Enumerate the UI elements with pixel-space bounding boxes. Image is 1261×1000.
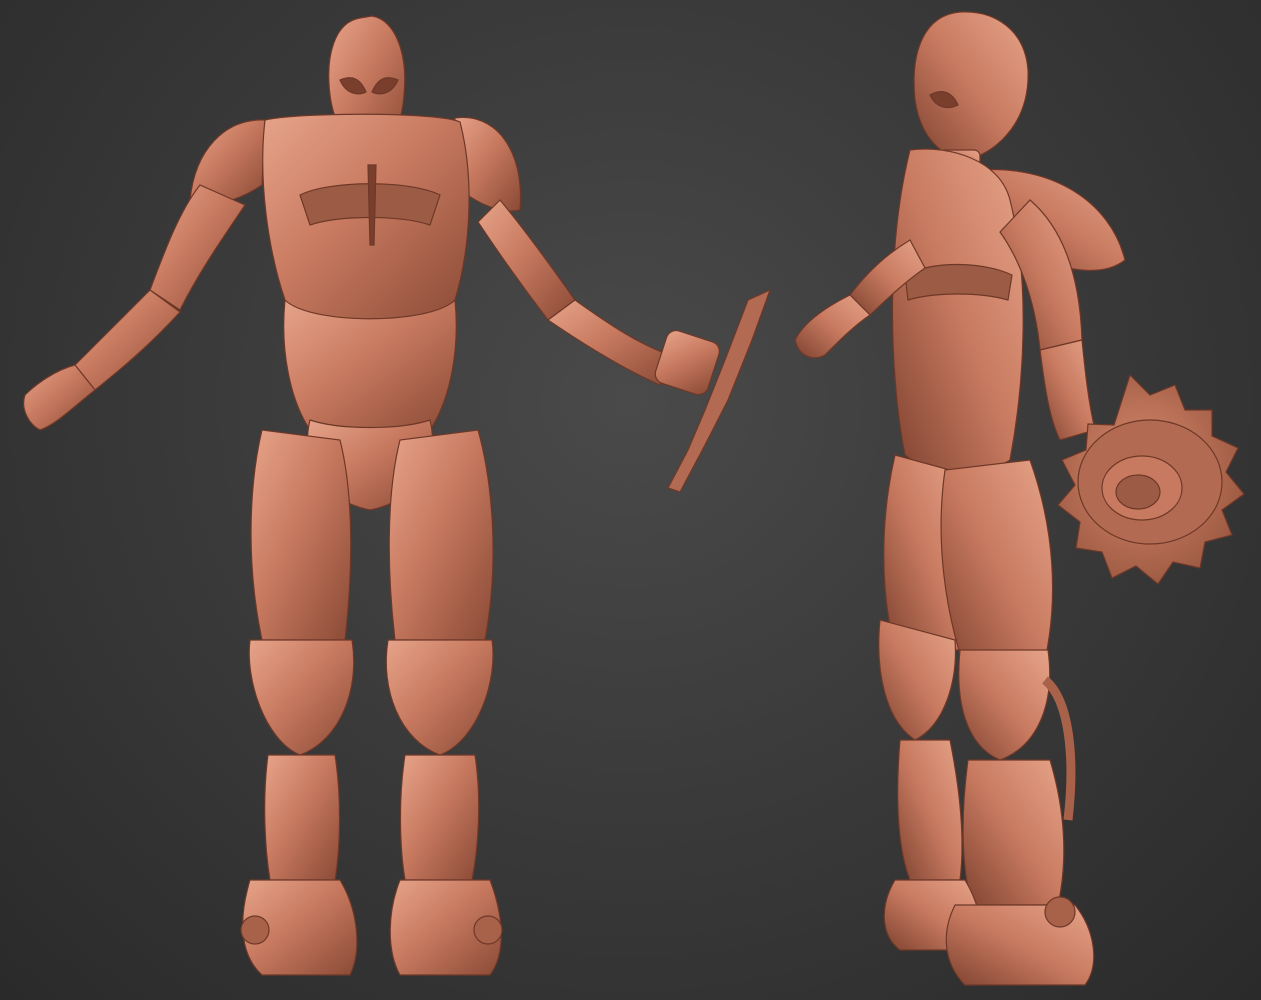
front-forearm — [1039, 339, 1096, 441]
left-shin — [264, 754, 341, 881]
left-knee — [248, 639, 355, 756]
front-view-figure — [23, 15, 772, 976]
rear-shin — [897, 739, 963, 881]
sculpt-render — [23, 11, 1245, 986]
right-upper-arm — [477, 199, 576, 321]
left-upper-arm — [149, 184, 246, 311]
saw-blade-edge — [667, 288, 772, 493]
front-thigh — [940, 459, 1054, 671]
front-knee — [958, 649, 1051, 761]
right-thigh — [388, 429, 494, 641]
rear-hand — [794, 294, 871, 359]
right-forearm — [546, 299, 671, 386]
right-shin — [399, 754, 480, 881]
abdomen-armor — [283, 298, 457, 431]
torso-armor — [891, 148, 1024, 474]
render-viewport — [0, 0, 1261, 1000]
right-knee — [385, 639, 494, 756]
left-forearm — [74, 289, 181, 391]
front-shin — [962, 759, 1065, 906]
helmet-side — [913, 11, 1029, 161]
chest-armor — [262, 113, 470, 324]
rear-knee — [878, 619, 957, 741]
left-thigh — [250, 429, 352, 641]
right-gauntlet — [654, 329, 720, 396]
three-quarter-view-figure — [794, 11, 1245, 986]
